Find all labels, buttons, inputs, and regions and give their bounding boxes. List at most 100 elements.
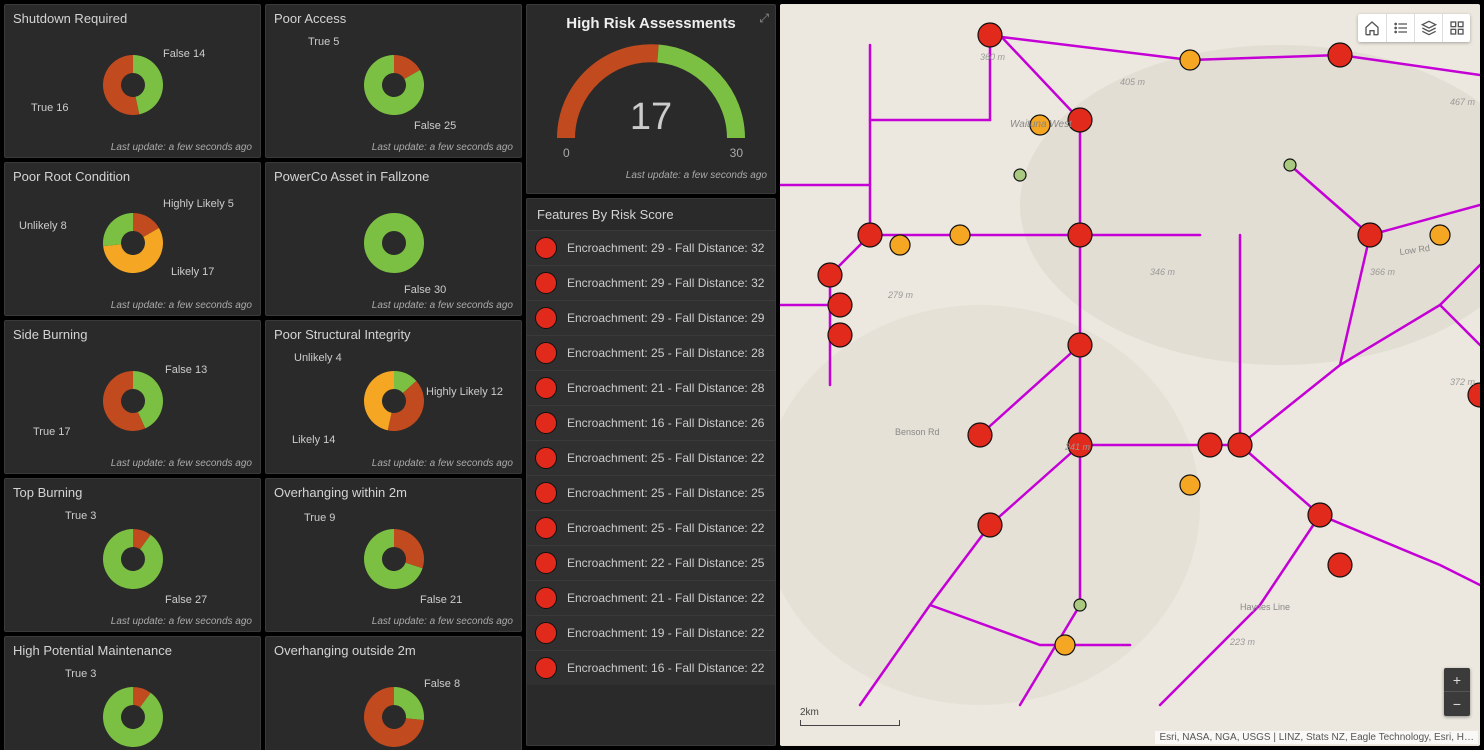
chart-card: Side BurningFalse 13True 17Last update: …	[4, 320, 261, 474]
risk-dot-icon	[535, 657, 557, 679]
card-footer: Last update: a few seconds ago	[13, 616, 252, 627]
gauge-title: High Risk Assessments	[535, 15, 767, 32]
svg-text:241 m: 241 m	[1064, 442, 1091, 452]
segment-label: Highly Likely 12	[426, 386, 503, 398]
zoom-in-button[interactable]: +	[1444, 668, 1470, 692]
list-item[interactable]: Encroachment: 25 - Fall Distance: 22	[527, 510, 775, 545]
svg-text:360 m: 360 m	[980, 52, 1006, 62]
risk-dot-icon	[535, 622, 557, 644]
donut-chart[interactable]: Unlikely 4 Highly Likely 12 Likely 14	[274, 346, 513, 456]
donut-chart[interactable]: Highly Likely 5 Likely 17 Unlikely 8	[13, 188, 252, 298]
list-item-text: Encroachment: 25 - Fall Distance: 22	[567, 521, 764, 535]
donut-chart[interactable]: False 13True 17	[13, 346, 252, 456]
card-title: PowerCo Asset in Fallzone	[274, 169, 513, 184]
list-item-text: Encroachment: 29 - Fall Distance: 32	[567, 276, 764, 290]
map-attribution: Esri, NASA, NGA, USGS | LINZ, Stats NZ, …	[1155, 731, 1478, 744]
donut-chart[interactable]: True 3 False 27	[13, 504, 252, 614]
risk-dot-icon	[535, 377, 557, 399]
list-item[interactable]: Encroachment: 16 - Fall Distance: 22	[527, 650, 775, 685]
card-title: Overhanging within 2m	[274, 485, 513, 500]
list-body[interactable]: Encroachment: 29 - Fall Distance: 32 Encr…	[527, 230, 775, 745]
legend-icon[interactable]	[1386, 14, 1414, 42]
chart-card: Poor Structural IntegrityUnlikely 4Highl…	[265, 320, 522, 474]
list-item[interactable]: Encroachment: 29 - Fall Distance: 32	[527, 265, 775, 300]
donut-chart[interactable]: True 9 False 21	[274, 504, 513, 614]
segment-label: Unlikely 4	[294, 352, 342, 364]
chart-card: Poor Root ConditionHighly Likely 5Likely…	[4, 162, 261, 316]
basemap-icon[interactable]	[1442, 14, 1470, 42]
list-item[interactable]: Encroachment: 16 - Fall Distance: 26	[527, 405, 775, 440]
risk-dot-icon	[535, 552, 557, 574]
list-item[interactable]: Encroachment: 29 - Fall Distance: 29	[527, 300, 775, 335]
chart-card: Shutdown Required False 14True 16 Last upd…	[4, 4, 261, 158]
segment-label: True 17	[33, 426, 71, 438]
list-item[interactable]: Encroachment: 25 - Fall Distance: 22	[527, 440, 775, 475]
list-item[interactable]: Encroachment: 19 - Fall Distance: 22	[527, 615, 775, 650]
card-title: Side Burning	[13, 327, 252, 342]
risk-dot-icon	[535, 447, 557, 469]
svg-text:405 m: 405 m	[1120, 77, 1146, 87]
svg-text:346 m: 346 m	[1150, 267, 1176, 277]
card-title: Overhanging outside 2m	[274, 643, 513, 658]
risk-dot-icon	[535, 587, 557, 609]
list-item-text: Encroachment: 21 - Fall Distance: 28	[567, 381, 764, 395]
gauge-chart: 17 0 30	[541, 38, 761, 168]
list-item[interactable]: Encroachment: 21 - Fall Distance: 28	[527, 370, 775, 405]
segment-label: False 27	[165, 594, 207, 606]
charts-column-2: Poor AccessTrue 5False 25Last update: a …	[265, 4, 522, 746]
list-item-text: Encroachment: 29 - Fall Distance: 32	[567, 241, 764, 255]
donut-chart[interactable]: False 30	[274, 188, 513, 298]
gauge-value: 17	[541, 96, 761, 139]
map-panel[interactable]: Waituna West Benson Rd Low Rd Haynes Lin…	[780, 4, 1480, 746]
chart-card: Overhanging outside 2mFalse 8True 22Last…	[265, 636, 522, 750]
list-item[interactable]: Encroachment: 25 - Fall Distance: 25	[527, 475, 775, 510]
risk-dot-icon	[535, 272, 557, 294]
list-title: Features By Risk Score	[527, 199, 775, 230]
risk-dot-icon	[535, 307, 557, 329]
list-item-text: Encroachment: 25 - Fall Distance: 28	[567, 346, 764, 360]
map-toolbar	[1358, 14, 1470, 42]
segment-label: Unlikely 8	[19, 220, 67, 232]
list-item-text: Encroachment: 16 - Fall Distance: 26	[567, 416, 764, 430]
card-footer: Last update: a few seconds ago	[535, 170, 767, 181]
donut-chart[interactable]: True 5False 25	[274, 30, 513, 140]
home-icon[interactable]	[1358, 14, 1386, 42]
card-footer: Last update: a few seconds ago	[13, 142, 252, 153]
map-canvas[interactable]: Waituna West Benson Rd Low Rd Haynes Lin…	[780, 4, 1480, 746]
card-title: High Potential Maintenance	[13, 643, 252, 658]
donut-chart[interactable]: False 14True 16	[13, 30, 252, 140]
place-label: Waituna West	[1010, 119, 1073, 130]
segment-label: Highly Likely 5	[163, 198, 234, 210]
segment-label: Likely 14	[292, 434, 335, 446]
segment-label: Likely 17	[171, 266, 214, 278]
card-footer: Last update: a few seconds ago	[274, 142, 513, 153]
donut-chart[interactable]: True 3False 27	[13, 662, 252, 750]
list-item-text: Encroachment: 29 - Fall Distance: 29	[567, 311, 764, 325]
list-item-text: Encroachment: 22 - Fall Distance: 25	[567, 556, 764, 570]
gauge-card: ⤢ High Risk Assessments 17 0 30 Last upd…	[526, 4, 776, 194]
expand-icon[interactable]: ⤢	[759, 11, 769, 26]
chart-card: Poor AccessTrue 5False 25Last update: a …	[265, 4, 522, 158]
risk-dot-icon	[535, 342, 557, 364]
segment-label: False 21	[420, 594, 462, 606]
chart-card: PowerCo Asset in Fallzone False 30 Last up…	[265, 162, 522, 316]
gauge-max: 30	[730, 146, 743, 160]
segment-label: True 9	[304, 512, 335, 524]
list-item[interactable]: Encroachment: 25 - Fall Distance: 28	[527, 335, 775, 370]
list-item-text: Encroachment: 25 - Fall Distance: 25	[567, 486, 764, 500]
layers-icon[interactable]	[1414, 14, 1442, 42]
list-item[interactable]: Encroachment: 22 - Fall Distance: 25	[527, 545, 775, 580]
svg-text:372 m: 372 m	[1450, 377, 1476, 387]
risk-dot-icon	[535, 482, 557, 504]
chart-card: High Potential Maintenance True 3False 27…	[4, 636, 261, 750]
list-item[interactable]: Encroachment: 21 - Fall Distance: 22	[527, 580, 775, 615]
list-item-text: Encroachment: 21 - Fall Distance: 22	[567, 591, 764, 605]
map-zoom: + −	[1444, 668, 1470, 716]
list-item[interactable]: Encroachment: 29 - Fall Distance: 32	[527, 230, 775, 265]
card-title: Shutdown Required	[13, 11, 252, 26]
donut-chart[interactable]: False 8True 22	[274, 662, 513, 750]
segment-label: True 3	[65, 510, 96, 522]
svg-text:279 m: 279 m	[887, 290, 914, 300]
zoom-out-button[interactable]: −	[1444, 692, 1470, 716]
card-footer: Last update: a few seconds ago	[274, 300, 513, 311]
